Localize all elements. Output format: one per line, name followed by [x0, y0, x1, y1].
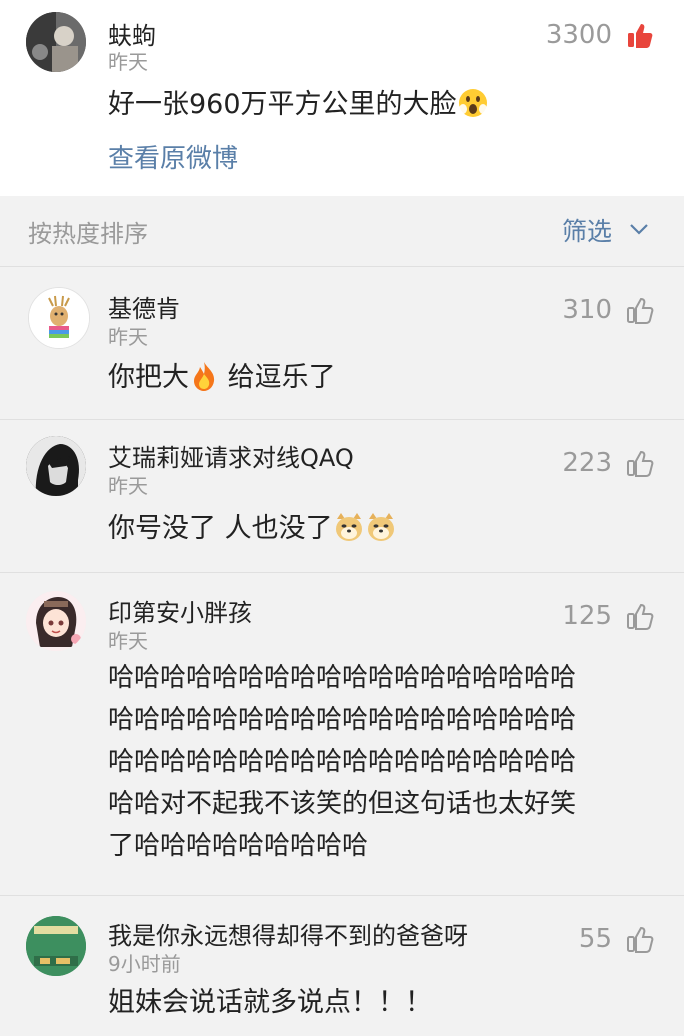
like-icon[interactable]: [626, 926, 654, 954]
fire-emoji-icon: [189, 360, 219, 405]
top-comment: 蚨蚼 昨天 3300 好一张960万平方公里的大脸 查看原微博: [0, 0, 684, 196]
author-name[interactable]: 我是你永远想得却得不到的爸爸呀: [108, 916, 468, 951]
like-count: 125: [562, 601, 612, 631]
comment-text: 你号没了 人也没了: [108, 508, 397, 556]
comment-text-content: 好一张960万平方公里的大脸: [108, 89, 457, 120]
like-count: 55: [578, 924, 612, 954]
like-count: 310: [562, 295, 612, 325]
comment-item: 艾瑞莉娅请求对线QAQ 昨天 223 你号没了 人也没了: [0, 420, 684, 573]
comment-text: 姐妹会说话就多说点！！！: [108, 987, 432, 1018]
doge-emoji-icon: [365, 511, 397, 556]
filter-label: 筛选: [561, 217, 612, 246]
timestamp: 9小时前: [108, 952, 181, 976]
comment-item: 我是你永远想得却得不到的爸爸呀 9小时前 55 姐妹会说话就多说点！！！: [0, 896, 684, 1036]
comment-text-line: 哈哈哈哈哈哈哈哈哈哈哈哈哈哈哈哈哈哈: [108, 663, 577, 693]
avatar[interactable]: [26, 916, 86, 976]
author-name[interactable]: 基德肯: [108, 289, 180, 324]
comment-text: 你把大 给逗乐了: [108, 357, 336, 405]
surprised-face-emoji-icon: [457, 87, 489, 132]
like-icon[interactable]: [626, 450, 654, 478]
chevron-down-icon[interactable]: [628, 218, 650, 244]
comment-text: 好一张960万平方公里的大脸: [108, 84, 489, 132]
comment-text-part: 给逗乐了: [219, 362, 336, 393]
author-name[interactable]: 印第安小胖孩: [108, 593, 252, 628]
like-count: 223: [562, 448, 612, 478]
filter-button[interactable]: 筛选: [562, 212, 612, 248]
comment-text-line: 哈哈哈哈哈哈哈哈哈哈哈哈哈哈哈哈哈哈: [108, 705, 577, 735]
like-icon[interactable]: [626, 22, 654, 50]
sort-bar: 按热度排序 筛选: [0, 196, 684, 267]
like-count: 3300: [545, 20, 612, 50]
timestamp: 昨天: [108, 474, 148, 498]
comment-text-line: 哈哈对不起我不该笑的但这句话也太好笑: [108, 789, 577, 819]
comment-item: 基德肯 昨天 310 你把大 给逗乐了: [0, 267, 684, 420]
view-original-link[interactable]: 查看原微博: [108, 138, 238, 175]
comment-text-line: 了哈哈哈哈哈哈哈哈哈: [108, 831, 369, 861]
like-icon[interactable]: [626, 603, 654, 631]
sort-label[interactable]: 按热度排序: [28, 214, 148, 249]
timestamp: 昨天: [108, 629, 148, 653]
avatar[interactable]: [26, 436, 86, 496]
comment-text-line: 哈哈哈哈哈哈哈哈哈哈哈哈哈哈哈哈哈哈: [108, 747, 577, 777]
timestamp: 昨天: [108, 325, 148, 349]
avatar[interactable]: [28, 287, 90, 349]
like-icon[interactable]: [626, 297, 654, 325]
comment-text-part: 你把大: [108, 362, 189, 393]
author-name[interactable]: 艾瑞莉娅请求对线QAQ: [108, 438, 354, 473]
timestamp: 昨天: [108, 50, 148, 74]
doge-emoji-icon: [333, 511, 365, 556]
avatar[interactable]: [26, 12, 86, 72]
comment-item: 印第安小胖孩 昨天 125 哈哈哈哈哈哈哈哈哈哈哈哈哈哈哈哈哈哈 哈哈哈哈哈哈哈…: [0, 573, 684, 896]
comment-text: 哈哈哈哈哈哈哈哈哈哈哈哈哈哈哈哈哈哈 哈哈哈哈哈哈哈哈哈哈哈哈哈哈哈哈哈哈 哈哈…: [108, 657, 576, 867]
avatar[interactable]: [26, 591, 86, 651]
comment-text-content: 你号没了 人也没了: [108, 513, 333, 544]
